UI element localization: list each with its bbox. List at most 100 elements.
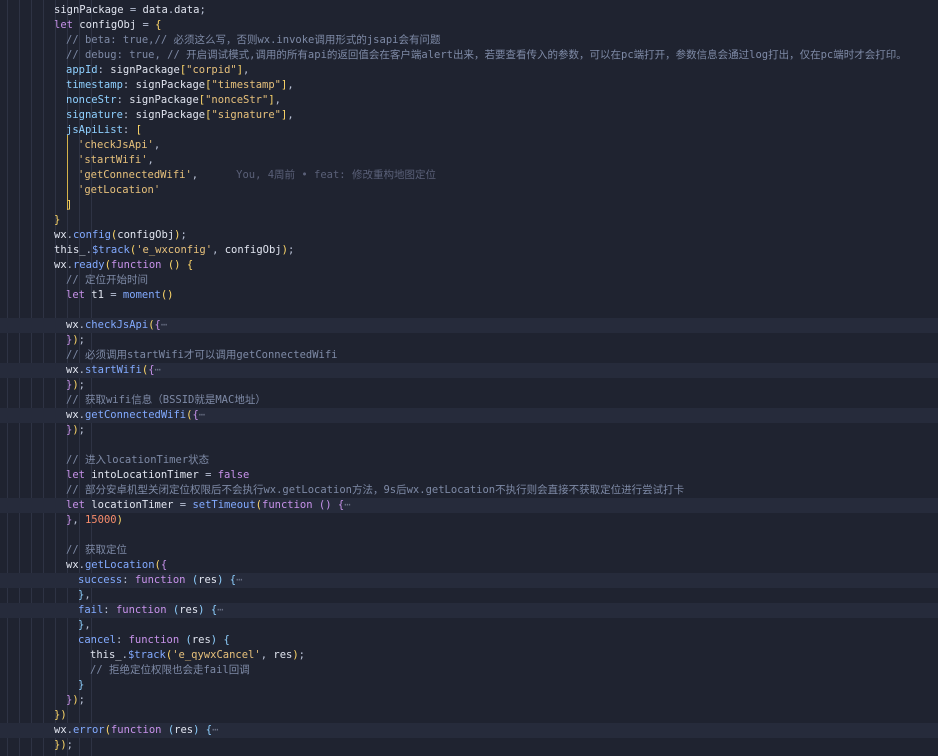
- code-line[interactable]: // 获取wifi信息（BSSID就是MAC地址）: [0, 393, 938, 408]
- code-line[interactable]: cancel: function (res) {: [0, 633, 938, 648]
- fold-ellipsis[interactable]: ⋯: [344, 499, 350, 511]
- code-token: function: [262, 499, 313, 511]
- code-line[interactable]: let locationTimer = setTimeout(function …: [0, 498, 938, 513]
- code-line[interactable]: });: [0, 333, 938, 348]
- code-line[interactable]: let configObj = {: [0, 18, 938, 33]
- line-code: this_.$track('e_wxconfig', configObj);: [54, 243, 294, 258]
- code-token: timestamp: [66, 79, 123, 91]
- code-line[interactable]: success: function (res) {⋯: [0, 573, 938, 588]
- code-token: signPackage: [135, 79, 206, 91]
- code-token: // 获取定位: [66, 544, 127, 556]
- code-token: intoLocationTimer: [91, 469, 199, 481]
- code-token: let: [66, 289, 85, 301]
- line-code: // 拒绝定位权限也会走fail回调: [90, 663, 250, 678]
- code-line[interactable]: 'getConnectedWifi', You, 4周前 • feat: 修改重构…: [0, 168, 938, 183]
- code-token: ,: [191, 169, 199, 181]
- line-code: // 获取定位: [66, 543, 127, 558]
- code-token: $track: [91, 244, 130, 256]
- code-token: moment: [122, 289, 161, 301]
- code-token: configObj: [224, 244, 282, 256]
- code-line[interactable]: signPackage = data.data;: [0, 3, 938, 18]
- code-token: =: [136, 19, 156, 31]
- line-code: // 必须调用startWifi才可以调用getConnectedWifi: [66, 348, 338, 363]
- code-line[interactable]: this_.$track('e_qywxCancel', res);: [0, 648, 938, 663]
- code-token: configObj: [79, 19, 137, 31]
- code-line[interactable]: 'checkJsApi',: [0, 138, 938, 153]
- fold-ellipsis[interactable]: ⋯: [161, 319, 167, 331]
- code-line[interactable]: // 定位开始时间: [0, 273, 938, 288]
- fold-ellipsis[interactable]: ⋯: [236, 574, 242, 586]
- code-line[interactable]: let intoLocationTimer = false: [0, 468, 938, 483]
- code-line[interactable]: nonceStr: signPackage["nonceStr"],: [0, 93, 938, 108]
- code-token: wx: [66, 559, 79, 571]
- code-line[interactable]: // 必须调用startWifi才可以调用getConnectedWifi: [0, 348, 938, 363]
- code-line[interactable]: // 拒绝定位权限也会走fail回调: [0, 663, 938, 678]
- code-line[interactable]: });: [0, 693, 938, 708]
- code-line[interactable]: }): [0, 708, 938, 723]
- code-token: [: [135, 124, 142, 136]
- line-code: });: [66, 423, 85, 438]
- code-line[interactable]: // debug: true, // 开启调试模式,调用的所有api的返回值会在…: [0, 48, 938, 63]
- line-code: 'startWifi',: [78, 153, 154, 168]
- code-token: 'e_qywxCancel': [172, 649, 261, 661]
- code-line[interactable]: wx.startWifi({⋯: [0, 363, 938, 378]
- line-code: });: [66, 378, 85, 393]
- code-line[interactable]: });: [0, 423, 938, 438]
- code-line[interactable]: }, 15000): [0, 513, 938, 528]
- code-line[interactable]: signature: signPackage["signature"],: [0, 108, 938, 123]
- code-token: function: [110, 724, 162, 736]
- code-token: }): [54, 739, 67, 751]
- code-token: configObj: [117, 229, 175, 241]
- code-token: wx: [54, 259, 67, 271]
- fold-ellipsis[interactable]: ⋯: [217, 604, 223, 616]
- code-line[interactable]: // beta: true,// 必须这么写，否则wx.invoke调用形式的j…: [0, 33, 938, 48]
- code-token: 15000: [84, 514, 117, 526]
- code-line[interactable]: wx.error(function (res) {⋯: [0, 723, 938, 738]
- code-line[interactable]: fail: function (res) {⋯: [0, 603, 938, 618]
- code-token: wx: [66, 319, 79, 331]
- code-token: // beta: true,// 必须这么写，否则wx.invoke调用形式的j…: [66, 34, 441, 46]
- code-line[interactable]: });: [0, 378, 938, 393]
- code-line[interactable]: wx.config(configObj);: [0, 228, 938, 243]
- code-line[interactable]: // 部分安卓机型关闭定位权限后不会执行wx.getLocation方法，9s后…: [0, 483, 938, 498]
- code-token: ;: [78, 334, 85, 346]
- line-code: }: [54, 213, 60, 228]
- code-line[interactable]: wx.getLocation({: [0, 558, 938, 573]
- code-line[interactable]: [0, 438, 938, 453]
- code-line[interactable]: [0, 528, 938, 543]
- code-line[interactable]: let t1 = moment(): [0, 288, 938, 303]
- code-line[interactable]: wx.ready(function () {: [0, 258, 938, 273]
- line-code: 'getConnectedWifi', You, 4周前 • feat: 修改重构…: [78, 168, 436, 183]
- code-token: this_: [54, 244, 86, 256]
- code-line[interactable]: 'startWifi',: [0, 153, 938, 168]
- code-line[interactable]: wx.checkJsApi({⋯: [0, 318, 938, 333]
- code-line[interactable]: }: [0, 678, 938, 693]
- code-token: wx: [66, 409, 79, 421]
- code-line[interactable]: ]: [0, 198, 938, 213]
- code-line[interactable]: }: [0, 213, 938, 228]
- code-line[interactable]: // 获取定位: [0, 543, 938, 558]
- code-line[interactable]: wx.getConnectedWifi({⋯: [0, 408, 938, 423]
- fold-ellipsis[interactable]: ⋯: [199, 409, 205, 421]
- code-line[interactable]: // 进入locationTimer状态: [0, 453, 938, 468]
- fold-ellipsis[interactable]: ⋯: [155, 364, 161, 376]
- code-token: =: [123, 4, 143, 16]
- fold-ellipsis[interactable]: ⋯: [212, 724, 218, 736]
- code-token: // debug: true, // 开启调试模式,调用的所有api的返回值会在…: [66, 49, 907, 61]
- code-token: :: [122, 109, 136, 121]
- code-line[interactable]: },: [0, 588, 938, 603]
- code-line[interactable]: 'getLocation': [0, 183, 938, 198]
- line-code: fail: function (res) {⋯: [78, 603, 223, 618]
- code-line[interactable]: this_.$track('e_wxconfig', configObj);: [0, 243, 938, 258]
- code-line[interactable]: },: [0, 618, 938, 633]
- code-line[interactable]: jsApiList: [: [0, 123, 938, 138]
- code-token: 'e_wxconfig': [136, 244, 213, 256]
- code-line[interactable]: [0, 303, 938, 318]
- code-token: res: [191, 634, 211, 646]
- code-line[interactable]: appId: signPackage["corpid"],: [0, 63, 938, 78]
- code-line[interactable]: timestamp: signPackage["timestamp"],: [0, 78, 938, 93]
- line-code: wx.getConnectedWifi({⋯: [66, 408, 205, 423]
- code-token: ,: [287, 109, 294, 121]
- code-line[interactable]: });: [0, 738, 938, 753]
- code-editor[interactable]: signPackage = data.data; let configObj = …: [0, 0, 938, 756]
